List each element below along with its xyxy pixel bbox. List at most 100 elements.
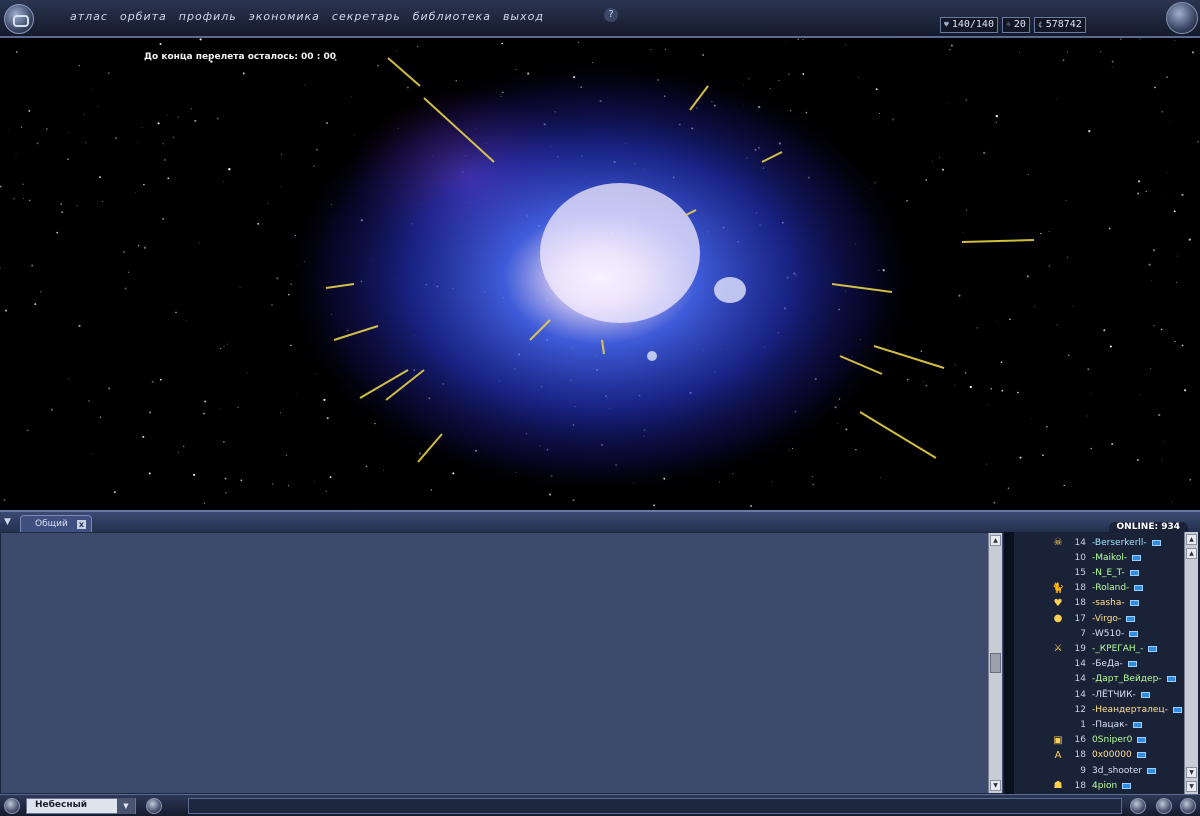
- userlist-scrollbar[interactable]: ▲ ▲ ▼ ▼: [1184, 532, 1198, 794]
- user-row[interactable]: 14 -БеДа-: [1014, 657, 1186, 672]
- scroll-up-icon[interactable]: ▲: [1186, 548, 1197, 559]
- star: [315, 148, 318, 151]
- chat-scrollbar[interactable]: ▲ ▼: [988, 533, 1002, 793]
- user-name[interactable]: -БеДа-: [1092, 659, 1123, 669]
- chat-log[interactable]: ▲ ▼: [0, 532, 1004, 794]
- user-row[interactable]: ● 17 -Virgo-: [1014, 611, 1186, 626]
- nav-profile[interactable]: профиль: [179, 10, 237, 23]
- user-row[interactable]: ▣ 16 0Sniper0: [1014, 733, 1186, 748]
- nav-orbit[interactable]: орбита: [120, 10, 167, 23]
- chevron-down-icon[interactable]: ▼: [117, 798, 135, 814]
- history-button[interactable]: [1156, 798, 1172, 814]
- user-name[interactable]: -sasha-: [1092, 598, 1125, 608]
- star: [778, 79, 780, 82]
- star: [907, 379, 909, 381]
- user-name[interactable]: -_КРЕГАН_-: [1092, 644, 1143, 654]
- user-name[interactable]: 3d_shooter: [1092, 766, 1142, 776]
- user-info-icon[interactable]: [1134, 585, 1144, 592]
- user-row[interactable]: 9 3d_shooter: [1014, 763, 1186, 778]
- help-button[interactable]: ?: [604, 8, 618, 22]
- tab-close-icon[interactable]: x: [77, 520, 86, 529]
- user-row[interactable]: 🐈 18 -Roland-: [1014, 581, 1186, 596]
- star: [1000, 361, 1003, 364]
- user-info-icon[interactable]: [1129, 600, 1139, 607]
- user-name[interactable]: -Неандерталец-: [1092, 705, 1168, 715]
- user-info-icon[interactable]: [1122, 782, 1132, 789]
- scroll-thumb[interactable]: [990, 653, 1001, 673]
- user-name[interactable]: 0Sniper0: [1092, 735, 1132, 745]
- scroll-up-icon[interactable]: ▲: [1186, 534, 1197, 545]
- user-info-icon[interactable]: [1151, 539, 1161, 546]
- user-info-icon[interactable]: [1129, 569, 1139, 576]
- scroll-down-icon[interactable]: ▼: [1186, 781, 1197, 792]
- user-info-icon[interactable]: [1129, 630, 1139, 637]
- menu-logo-icon[interactable]: [4, 4, 34, 34]
- star: [164, 158, 166, 161]
- smiley-button[interactable]: [146, 798, 162, 814]
- scroll-down-icon[interactable]: ▼: [990, 780, 1001, 791]
- user-row[interactable]: A 18 0x00000: [1014, 748, 1186, 763]
- user-info-icon[interactable]: [1137, 737, 1147, 744]
- star: [1176, 255, 1178, 257]
- scroll-down-icon[interactable]: ▼: [1186, 767, 1197, 778]
- user-name[interactable]: -Berserkerll-: [1092, 538, 1147, 548]
- user-name[interactable]: -Virgo-: [1092, 614, 1121, 624]
- user-name[interactable]: -ЛЁТЧИК-: [1092, 690, 1136, 700]
- user-row[interactable]: 14 -Дарт_Вейдер-: [1014, 672, 1186, 687]
- options-button[interactable]: [1180, 798, 1196, 814]
- user-name[interactable]: -W510-: [1092, 629, 1124, 639]
- space-view[interactable]: До конца перелета осталось: 00 : 00: [0, 38, 1200, 510]
- nav-secretary[interactable]: секретарь: [332, 10, 401, 23]
- user-name[interactable]: -Дарт_Вейдер-: [1092, 674, 1162, 684]
- user-name[interactable]: -N_E_T-: [1092, 568, 1125, 578]
- star: [1169, 121, 1170, 123]
- user-info-icon[interactable]: [1126, 615, 1136, 622]
- health-value: 140/140: [951, 19, 994, 30]
- user-row[interactable]: 12 -Неандерталец-: [1014, 702, 1186, 717]
- star: [226, 343, 228, 345]
- corner-menu-button[interactable]: [1166, 2, 1198, 34]
- chat-input[interactable]: [188, 798, 1122, 814]
- user-info-icon[interactable]: [1132, 554, 1142, 561]
- route-line: [387, 57, 421, 87]
- user-row[interactable]: 1 -Пацак-: [1014, 717, 1186, 732]
- user-row[interactable]: 7 -W510-: [1014, 626, 1186, 641]
- nav-exit[interactable]: выход: [503, 10, 544, 23]
- user-info-icon[interactable]: [1140, 691, 1150, 698]
- user-row[interactable]: 10 -Maikol-: [1014, 550, 1186, 565]
- user-info-icon[interactable]: [1166, 676, 1176, 683]
- nav-library[interactable]: библиотека: [413, 10, 491, 23]
- user-info-icon[interactable]: [1127, 661, 1137, 668]
- settings-button[interactable]: [4, 798, 20, 814]
- user-row[interactable]: ☗ 18 4pion: [1014, 778, 1186, 793]
- star: [1034, 306, 1036, 308]
- user-row[interactable]: ♥ 18 -sasha-: [1014, 596, 1186, 611]
- send-button[interactable]: [1130, 798, 1146, 814]
- user-icon-empty: [1050, 718, 1066, 731]
- user-row[interactable]: 14 -ЛЁТЧИК-: [1014, 687, 1186, 702]
- star: [1031, 418, 1033, 420]
- channel-select[interactable]: Небесный ▼: [26, 798, 136, 814]
- nav-economy[interactable]: экономика: [249, 10, 320, 23]
- user-row[interactable]: ☠ 14 -Berserkerll-: [1014, 535, 1186, 550]
- planet-1[interactable]: [714, 277, 746, 303]
- user-name[interactable]: -Roland-: [1092, 583, 1129, 593]
- user-info-icon[interactable]: [1136, 752, 1146, 759]
- user-name[interactable]: -Пацак-: [1092, 720, 1128, 730]
- star: [923, 381, 925, 383]
- user-info-icon[interactable]: [1172, 706, 1182, 713]
- nav-atlas[interactable]: атлас: [70, 10, 108, 23]
- user-row[interactable]: ⚔ 19 -_КРЕГАН_-: [1014, 641, 1186, 656]
- chat-collapse-icon[interactable]: ▼: [4, 517, 11, 527]
- user-name[interactable]: 4pion: [1092, 781, 1117, 791]
- user-row[interactable]: 15 -N_E_T-: [1014, 565, 1186, 580]
- user-info-icon[interactable]: [1148, 645, 1158, 652]
- star: [572, 499, 575, 502]
- user-name[interactable]: -Maikol-: [1092, 553, 1127, 563]
- star: [220, 347, 222, 349]
- planet-2[interactable]: [647, 351, 657, 361]
- user-info-icon[interactable]: [1132, 721, 1142, 728]
- user-name[interactable]: 0x00000: [1092, 750, 1132, 760]
- user-info-icon[interactable]: [1147, 767, 1157, 774]
- scroll-up-icon[interactable]: ▲: [990, 535, 1001, 546]
